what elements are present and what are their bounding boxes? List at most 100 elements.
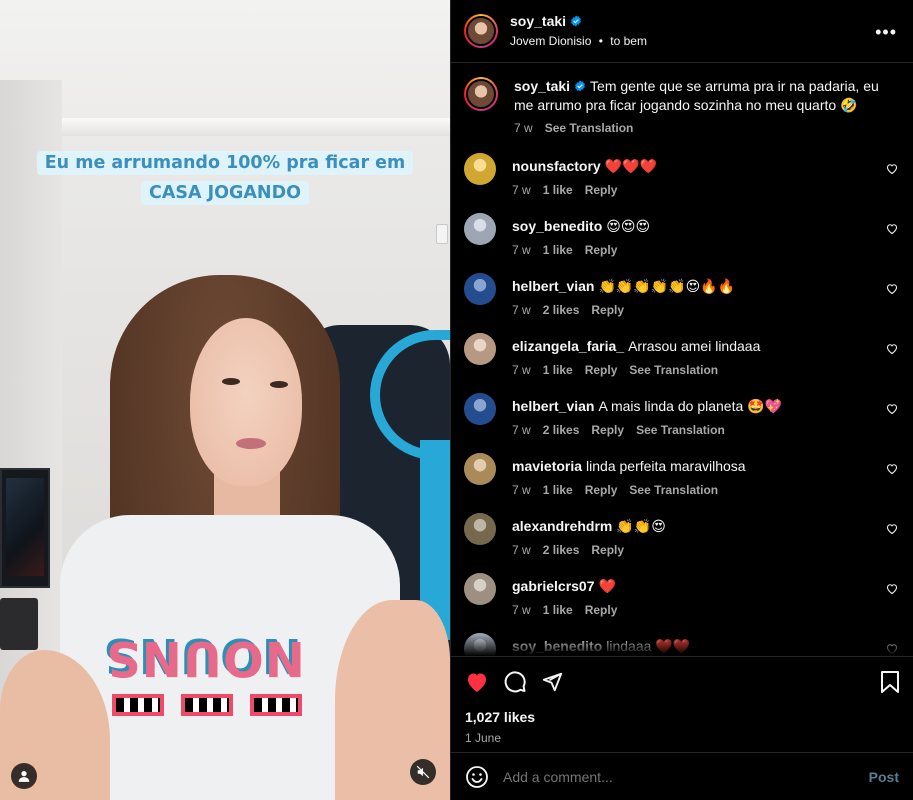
more-options-icon[interactable]: ••• — [875, 22, 897, 43]
comment-text: 👏👏😍 — [616, 517, 666, 534]
comment-likes[interactable]: 1 like — [543, 363, 573, 377]
comments-fade — [451, 634, 913, 657]
caption-time: 7 w — [514, 120, 533, 135]
post-header: soy_taki Jovem Dionisio • to bem ••• — [451, 0, 913, 63]
tagged-users-button[interactable] — [11, 763, 37, 789]
commenter-username[interactable]: nounsfactory — [512, 158, 601, 174]
video-caption-line2: CASA JOGANDO — [141, 181, 309, 205]
comment-likes[interactable]: 2 likes — [543, 303, 580, 317]
commenter-avatar[interactable] — [464, 452, 496, 485]
add-comment-bar: Post — [451, 752, 913, 800]
comment-likes[interactable]: 1 like — [543, 483, 573, 497]
commenter-avatar[interactable] — [464, 272, 496, 305]
comment-see-translation[interactable]: See Translation — [629, 483, 718, 497]
commenter-avatar[interactable] — [464, 512, 496, 545]
person-eye-right — [270, 381, 288, 388]
comment-time: 7 w — [512, 542, 531, 557]
comment-likes[interactable]: 2 likes — [543, 543, 580, 557]
comment-like-heart-icon[interactable] — [886, 163, 898, 175]
comment-like-heart-icon[interactable] — [886, 583, 898, 595]
video-caption-line1: Eu me arrumando 100% pra ficar em — [36, 151, 414, 175]
comment-time: 7 w — [512, 362, 531, 377]
caption-see-translation[interactable]: See Translation — [545, 121, 634, 135]
comment-time: 7 w — [512, 482, 531, 497]
light-switch — [436, 224, 448, 244]
comment-see-translation[interactable]: See Translation — [636, 423, 725, 437]
verified-badge-icon — [575, 80, 585, 92]
comment-reply-button[interactable]: Reply — [585, 183, 618, 197]
caption-username[interactable]: soy_taki — [514, 78, 570, 94]
commenter-avatar[interactable] — [464, 572, 496, 605]
comment-likes[interactable]: 1 like — [543, 243, 573, 257]
comment-likes[interactable]: 2 likes — [543, 423, 580, 437]
person-face — [190, 318, 302, 486]
verified-badge-icon — [571, 15, 581, 27]
comment-like-heart-icon[interactable] — [886, 463, 898, 475]
comment-reply-button[interactable]: Reply — [585, 363, 618, 377]
reel-video[interactable]: NOUNS Eu me arrumando 100% pra ficar em … — [0, 0, 450, 800]
commenter-username[interactable]: gabrielcrs07 — [512, 578, 595, 594]
audio-separator: • — [598, 34, 603, 49]
comments-list[interactable]: soy_taki Tem gente que se arruma pra ir … — [451, 63, 913, 657]
comment-like-heart-icon[interactable] — [886, 403, 898, 415]
comment-text: ❤️❤️❤️ — [604, 157, 657, 174]
shirt-glasses-graphic — [112, 694, 302, 720]
mute-button[interactable] — [410, 759, 436, 785]
post-panel: soy_taki Jovem Dionisio • to bem ••• soy… — [450, 0, 913, 800]
comment-text: Arrasou amei lindaaa — [628, 337, 761, 354]
comment-time: 7 w — [512, 302, 531, 317]
commenter-username[interactable]: helbert_vian — [512, 278, 594, 294]
shirt-print: NOUNS — [105, 630, 305, 686]
post-actions: 1,027 likes 1 June — [451, 656, 913, 752]
commenter-username[interactable]: helbert_vian — [512, 398, 594, 414]
author-username[interactable]: soy_taki — [510, 13, 566, 29]
commenter-avatar[interactable] — [464, 392, 496, 425]
comment-see-translation[interactable]: See Translation — [629, 363, 718, 377]
comment-row: nounsfactory ❤️❤️❤️ 7 w 1 like Reply — [464, 152, 899, 197]
commenter-username[interactable]: elizangela_faria_ — [512, 338, 624, 354]
share-icon[interactable] — [541, 671, 563, 693]
post-date: 1 June — [465, 731, 502, 746]
comment-text: linda perfeita maravilhosa — [586, 457, 746, 474]
audio-info[interactable]: Jovem Dionisio • to bem — [510, 34, 647, 48]
comment-like-heart-icon[interactable] — [886, 343, 898, 355]
keyboard — [0, 598, 38, 650]
person-lips — [236, 438, 266, 449]
comment-reply-button[interactable]: Reply — [585, 483, 618, 497]
caption-author-avatar[interactable] — [464, 76, 498, 111]
commenter-username[interactable]: mavietoria — [512, 458, 582, 474]
post-caption: soy_taki Tem gente que se arruma pra ir … — [464, 76, 899, 135]
comment-text: A mais linda do planeta 🤩💖 — [598, 397, 783, 414]
comment-reply-button[interactable]: Reply — [591, 543, 624, 557]
likes-count[interactable]: 1,027 likes — [465, 709, 899, 725]
commenter-username[interactable]: soy_benedito — [512, 218, 602, 234]
post-comment-button[interactable]: Post — [869, 769, 899, 785]
person-eye-left — [222, 378, 240, 385]
commenter-username[interactable]: alexandrehdrm — [512, 518, 612, 534]
bookmark-icon[interactable] — [880, 671, 900, 694]
monitor — [0, 468, 50, 588]
comment-time: 7 w — [512, 602, 531, 617]
comment-reply-button[interactable]: Reply — [585, 603, 618, 617]
like-heart-icon[interactable] — [465, 671, 489, 693]
comment-likes[interactable]: 1 like — [543, 183, 573, 197]
comment-like-heart-icon[interactable] — [886, 523, 898, 535]
commenter-avatar[interactable] — [464, 332, 496, 365]
comment-row: helbert_vian A mais linda do planeta 🤩💖 7… — [464, 392, 899, 437]
comment-reply-button[interactable]: Reply — [591, 423, 624, 437]
comment-reply-button[interactable]: Reply — [591, 303, 624, 317]
commenter-avatar[interactable] — [464, 152, 496, 185]
comment-text: ❤️ — [598, 577, 616, 594]
comment-likes[interactable]: 1 like — [543, 603, 573, 617]
crown-molding — [60, 118, 450, 136]
commenter-avatar[interactable] — [464, 212, 496, 245]
comment-icon[interactable] — [503, 670, 527, 694]
emoji-icon[interactable] — [465, 765, 489, 789]
comment-like-heart-icon[interactable] — [886, 223, 898, 235]
comment-like-heart-icon[interactable] — [886, 283, 898, 295]
comment-input[interactable] — [503, 768, 869, 785]
comment-row: elizangela_faria_ Arrasou amei lindaaa 7 … — [464, 332, 899, 377]
video-caption: Eu me arrumando 100% pra ficar em CASA J… — [0, 148, 450, 208]
comment-reply-button[interactable]: Reply — [585, 243, 618, 257]
author-avatar[interactable] — [464, 13, 498, 48]
